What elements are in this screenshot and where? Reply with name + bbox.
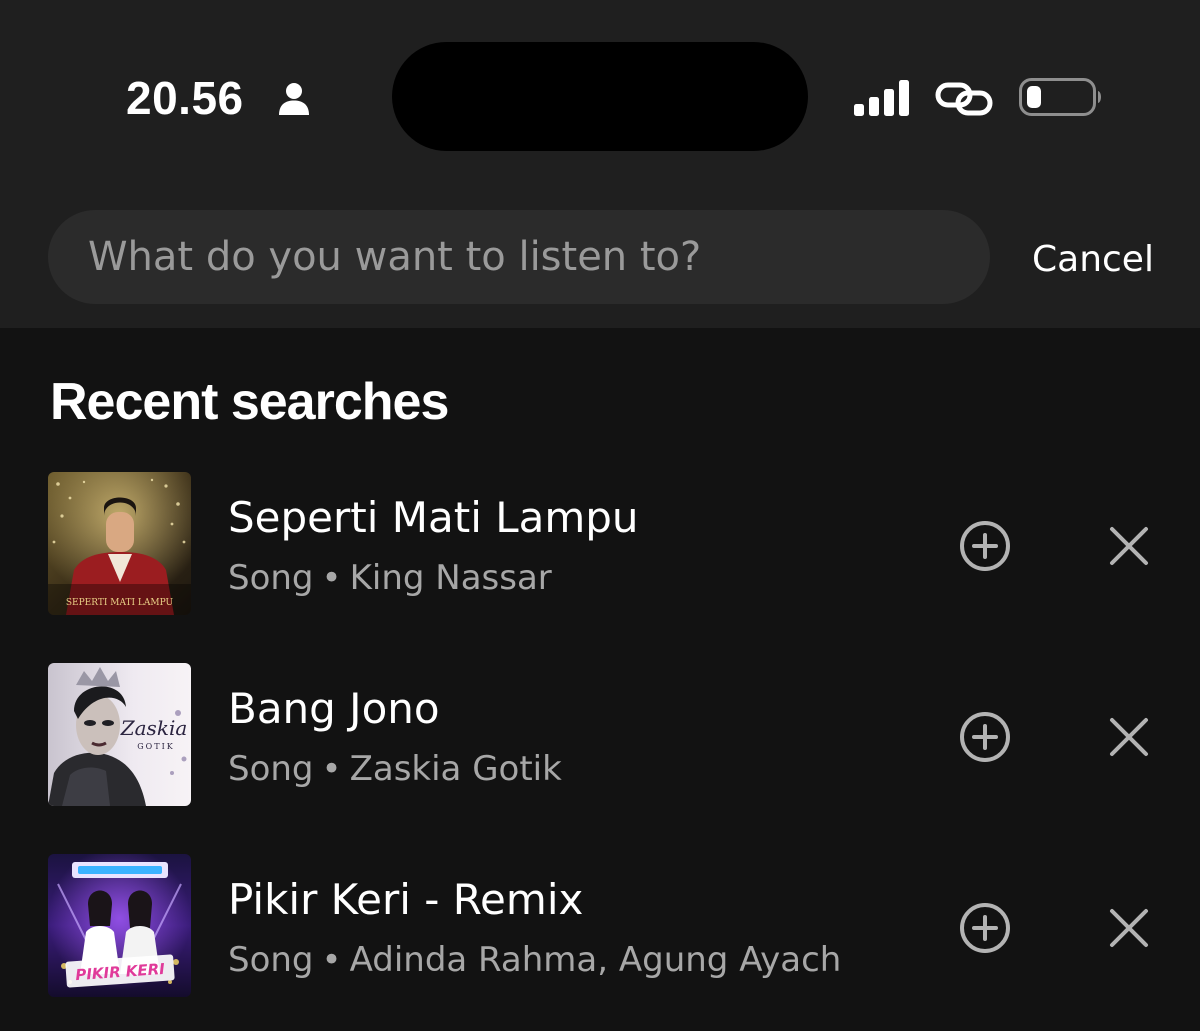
cancel-button[interactable]: Cancel [1032,236,1154,284]
song-type: Song [228,558,314,598]
list-item[interactable]: Zaskia GOTIK Bang Jono Song • Zaskia Gotik [0,663,1200,813]
search-screen: 20.56 Cancel Recent searches [0,0,1200,1031]
person-icon [279,83,309,115]
album-art-subtext: GOTIK [137,742,174,751]
plus-circle-icon[interactable] [958,710,1012,764]
song-meta: Song • King Nassar [228,554,552,602]
song-artist: King Nassar [349,558,552,598]
song-meta: Song • Adinda Rahma, Agung Ayach [228,936,841,984]
album-art-text: SEPERTI MATI LAMPU [66,598,174,608]
list-item[interactable]: SEPERTI MATI LAMPU Seperti Mati Lampu So… [0,472,1200,622]
status-time: 20.56 [126,72,244,124]
dynamic-island [392,42,808,151]
signal-icon [854,80,909,116]
meta-separator: • [321,558,342,598]
album-art: Zaskia GOTIK [48,663,191,806]
plus-circle-icon[interactable] [958,901,1012,955]
song-meta: Song • Zaskia Gotik [228,745,562,793]
meta-separator: • [321,749,342,789]
header-area: 20.56 Cancel [0,0,1200,328]
song-title: Pikir Keri - Remix [228,875,584,924]
song-title: Seperti Mati Lampu [228,493,639,542]
song-type: Song [228,940,314,980]
link-icon [935,82,993,116]
album-art-text: Zaskia [120,716,188,740]
song-artist: Adinda Rahma, Agung Ayach [349,940,842,980]
meta-separator: • [321,940,342,980]
album-art: SEPERTI MATI LAMPU [48,472,191,615]
album-art: PIKIR KERI [48,854,191,997]
search-input[interactable] [88,234,990,280]
song-artist: Zaskia Gotik [349,749,562,789]
search-bar[interactable] [48,210,990,304]
close-icon[interactable] [1107,715,1151,759]
song-title: Bang Jono [228,684,440,733]
close-icon[interactable] [1107,524,1151,568]
close-icon[interactable] [1107,906,1151,950]
section-title: Recent searches [50,373,449,431]
plus-circle-icon[interactable] [958,519,1012,573]
song-type: Song [228,749,314,789]
battery-icon [1019,78,1101,116]
list-item[interactable]: PIKIR KERI Pikir Keri - Remix Song • Adind… [0,854,1200,1004]
